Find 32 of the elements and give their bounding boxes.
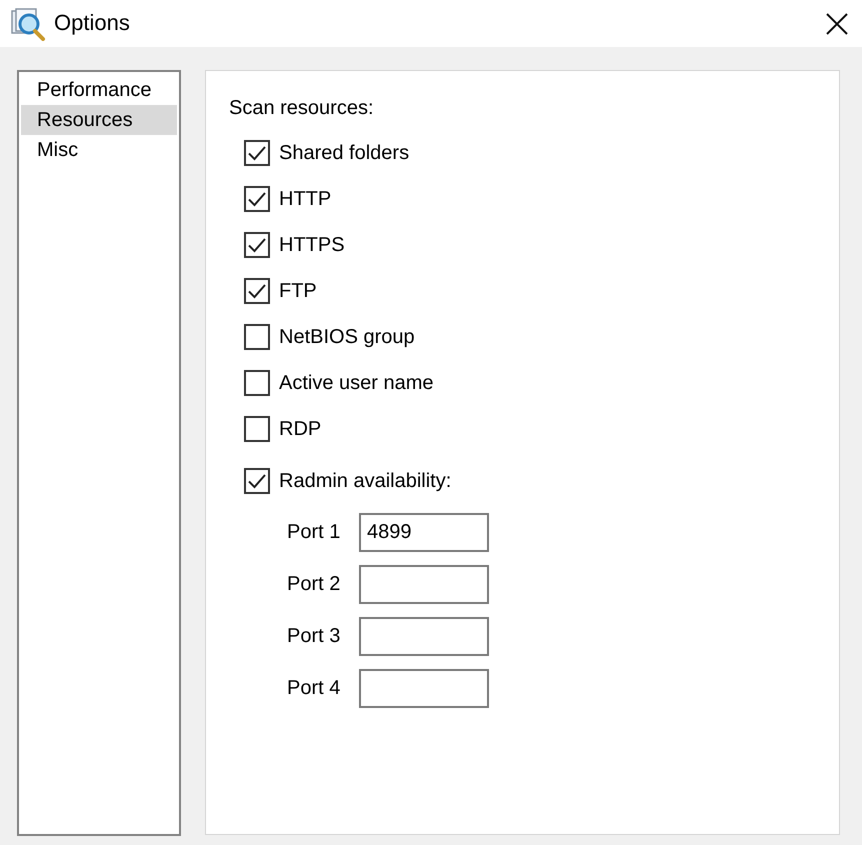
checkbox-label: RDP (279, 417, 322, 442)
sidebar-item[interactable]: Resources (21, 105, 177, 135)
checkbox-label: Shared folders (279, 141, 410, 166)
checkbox-label: Active user name (279, 371, 434, 396)
port-label: Port 4 (287, 676, 342, 701)
close-button[interactable] (824, 10, 850, 36)
checkbox-label: Radmin availability: (279, 469, 452, 494)
port-field[interactable] (359, 616, 489, 656)
checkbox[interactable] (244, 140, 270, 166)
checkbox[interactable] (244, 186, 270, 212)
port-field[interactable]: 4899 (359, 512, 489, 552)
checkbox-label: HTTP (279, 187, 332, 212)
port-label: Port 3 (287, 624, 342, 649)
checkbox[interactable] (244, 416, 270, 442)
close-icon (826, 12, 848, 34)
checkbox[interactable] (244, 324, 270, 350)
port-label: Port 2 (287, 572, 342, 597)
port-label: Port 1 (287, 520, 342, 545)
checkbox[interactable] (244, 232, 270, 258)
sidebar-item[interactable]: Misc (21, 135, 177, 165)
window-title: Options (54, 10, 130, 37)
checkbox-label: NetBIOS group (279, 325, 415, 350)
checkbox-label: FTP (279, 279, 317, 304)
checkbox[interactable] (244, 278, 270, 304)
checkbox-label: HTTPS (279, 233, 345, 258)
port-field[interactable] (359, 668, 489, 708)
checkbox[interactable] (244, 468, 270, 494)
port-field[interactable] (359, 564, 489, 604)
section-heading: Scan resources: (229, 96, 374, 121)
checkbox[interactable] (244, 370, 270, 396)
sidebar-item[interactable]: Performance (21, 75, 177, 105)
magnifier-icon (10, 6, 46, 40)
